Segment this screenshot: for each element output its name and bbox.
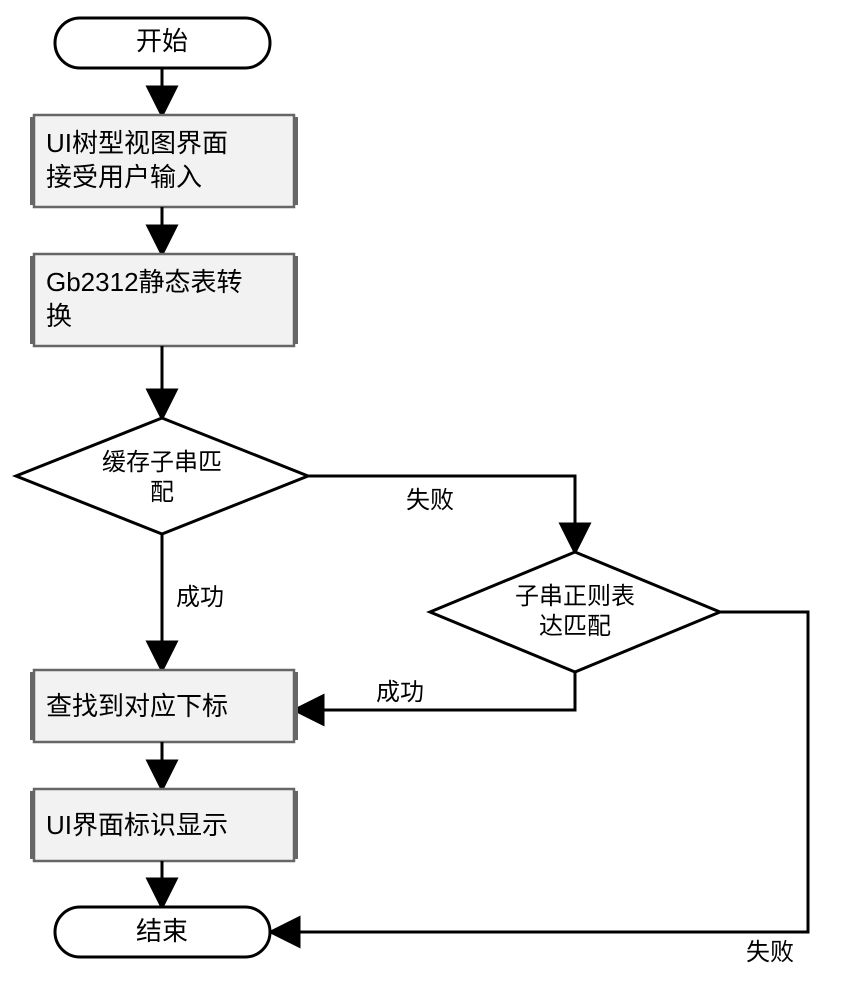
- display-text: UI界面标识显示: [46, 810, 228, 840]
- end-label: 结束: [136, 916, 188, 946]
- decision-cache-match: 缓存子串匹 配: [16, 418, 308, 534]
- input-line1: UI树型视图界面: [46, 128, 228, 158]
- process-ui-display: UI界面标识显示: [30, 789, 298, 861]
- arrow-regex-fail-to-end: [273, 612, 808, 932]
- regex-line1: 子串正则表: [515, 583, 635, 610]
- convert-line1: Gb2312静态表转: [46, 267, 243, 297]
- process-find-index: 查找到对应下标: [30, 670, 298, 742]
- arrow-regex-success-to-index: [297, 672, 575, 710]
- terminal-end: 结束: [55, 907, 270, 957]
- edge-fail-cache: 失败: [406, 487, 454, 514]
- edge-success-regex: 成功: [376, 679, 424, 706]
- index-text: 查找到对应下标: [46, 691, 228, 721]
- convert-line2: 换: [46, 301, 72, 331]
- start-label: 开始: [136, 26, 188, 56]
- cache-line2: 配: [150, 479, 174, 506]
- process-ui-input: UI树型视图界面 接受用户输入: [30, 115, 298, 207]
- process-gb2312-convert: Gb2312静态表转 换: [30, 254, 298, 346]
- edge-fail-regex: 失败: [746, 939, 794, 966]
- edge-success-cache: 成功: [176, 584, 224, 611]
- flowchart-diagram: .box { fill: #f2f2f3; stroke: #666; stro…: [0, 0, 861, 1000]
- decision-regex-match: 子串正则表 达匹配: [430, 552, 720, 672]
- input-line2: 接受用户输入: [46, 162, 202, 192]
- regex-line2: 达匹配: [539, 613, 611, 640]
- terminal-start: 开始: [55, 18, 270, 68]
- cache-line1: 缓存子串匹: [102, 449, 222, 476]
